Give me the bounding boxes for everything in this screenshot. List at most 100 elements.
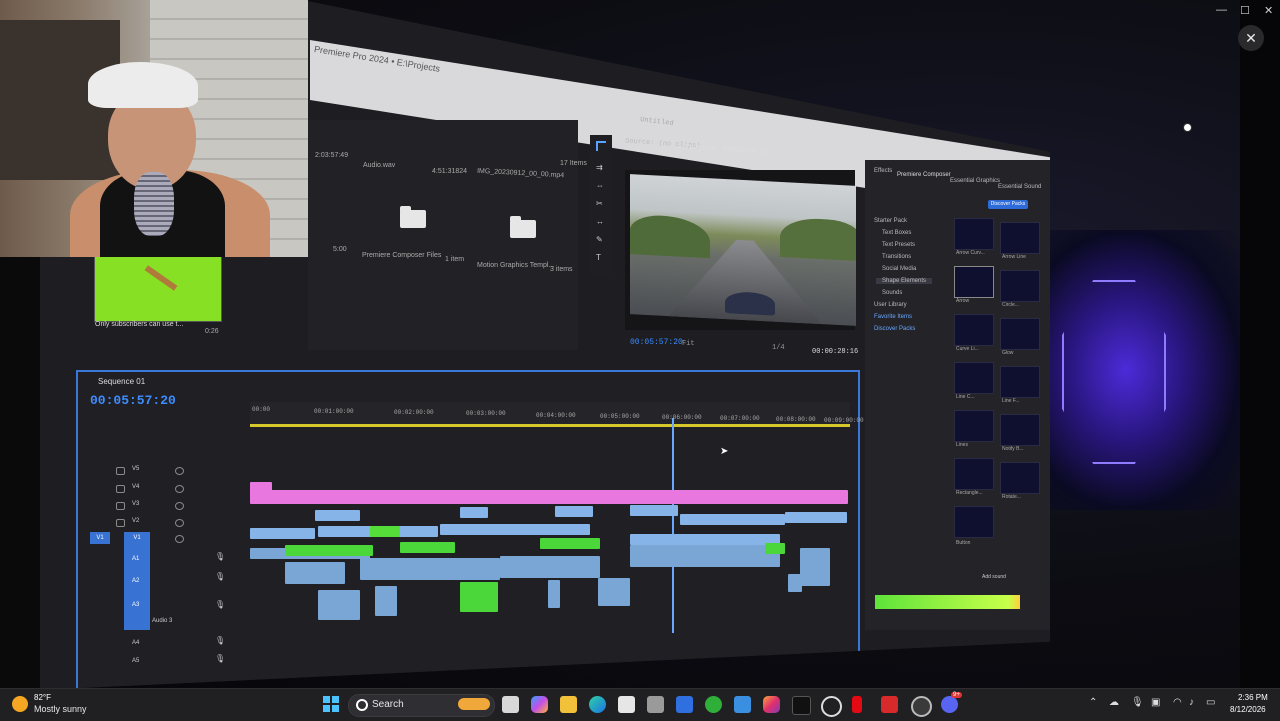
fx-tile-arrow[interactable]	[954, 266, 994, 298]
eye-icon[interactable]	[175, 485, 184, 493]
task-view-icon[interactable]	[502, 696, 519, 713]
audio-clip[interactable]	[360, 558, 500, 580]
tree-item[interactable]: Sounds	[882, 290, 902, 296]
obs-icon[interactable]	[911, 696, 932, 717]
source-patch-v1[interactable]: V1	[90, 532, 110, 544]
microphone-tray-icon[interactable]: 🎙	[1131, 697, 1144, 708]
audio-clip[interactable]	[285, 562, 345, 584]
weather-description[interactable]: Mostly sunny	[34, 704, 87, 714]
microphone-icon[interactable]: 🎙	[215, 636, 225, 645]
edge-icon[interactable]	[589, 696, 606, 713]
discord-icon[interactable]	[941, 696, 958, 713]
timeline-clip[interactable]	[630, 534, 780, 545]
timeline-clip[interactable]	[315, 510, 360, 521]
timeline-clip[interactable]	[555, 506, 593, 517]
sequence-tab[interactable]: Sequence 01	[98, 377, 145, 386]
file-explorer-icon[interactable]	[560, 696, 577, 713]
microphone-icon[interactable]: 🎙	[215, 552, 225, 561]
audio-clip[interactable]	[460, 582, 498, 612]
weather-temperature[interactable]: 82°F	[34, 693, 51, 702]
tree-item[interactable]: Starter Pack	[874, 218, 907, 224]
instagram-icon[interactable]	[763, 696, 780, 713]
audio-clip[interactable]	[598, 578, 630, 606]
green-screen-thumbnail[interactable]	[94, 256, 222, 322]
overlay-close-button[interactable]: ✕	[1238, 25, 1264, 51]
tree-item[interactable]: Text Presets	[882, 242, 915, 248]
start-button[interactable]	[323, 696, 340, 713]
timeline-clip[interactable]	[785, 512, 847, 523]
microphone-icon[interactable]: 🎙	[215, 654, 225, 663]
clock-time[interactable]: 2:36 PM	[1238, 693, 1268, 702]
fx-tile-rectangle[interactable]	[954, 458, 994, 490]
timeline-clip[interactable]	[250, 490, 848, 504]
fx-tile-arrow-line[interactable]	[1000, 222, 1040, 254]
audio-clip[interactable]	[548, 580, 560, 608]
fan-icon[interactable]	[676, 696, 693, 713]
timeline-timecode[interactable]: 00:05:57:20	[90, 393, 176, 408]
fx-tile-lines[interactable]	[954, 410, 994, 442]
store-icon[interactable]	[618, 696, 635, 713]
effects-tab[interactable]: Effects	[874, 168, 892, 174]
type-tool-icon[interactable]: T	[596, 253, 601, 262]
unity-icon[interactable]	[647, 696, 664, 713]
audio-clip[interactable]	[375, 586, 397, 616]
lock-icon[interactable]	[116, 502, 125, 510]
eye-icon[interactable]	[175, 519, 184, 527]
fx-tile-rotate[interactable]	[1000, 462, 1040, 494]
audio-clip[interactable]	[318, 590, 360, 620]
fx-tile-button[interactable]	[954, 506, 994, 538]
timeline-clip[interactable]	[460, 507, 488, 518]
maximize-button[interactable]: ☐	[1240, 4, 1250, 17]
essential-graphics-tab[interactable]: Essential Graphics	[950, 178, 1000, 184]
slip-tool-icon[interactable]: ↔	[596, 217, 604, 226]
essential-sound-tab[interactable]: Essential Sound	[998, 184, 1041, 190]
tree-item[interactable]: Social Media	[882, 266, 916, 272]
program-timecode[interactable]: 00:05:57:20	[630, 338, 683, 347]
audio-clip[interactable]	[500, 556, 600, 578]
fx-tile-circle[interactable]	[1000, 270, 1040, 302]
lock-icon[interactable]	[116, 467, 125, 475]
folder-icon[interactable]	[400, 206, 426, 228]
discover-packs-button[interactable]: Discover Packs	[988, 200, 1028, 209]
audio-clip[interactable]	[630, 545, 780, 567]
add-sound-label[interactable]: Add sound	[982, 574, 1006, 580]
tiktok-icon[interactable]	[792, 696, 811, 715]
window-close-button[interactable]: ✕	[1264, 4, 1273, 17]
xbox-icon[interactable]	[705, 696, 722, 713]
fx-tile-notify[interactable]	[1000, 414, 1040, 446]
razor-tool-icon[interactable]: ✂	[596, 199, 603, 208]
volume-icon[interactable]: ♪	[1189, 697, 1194, 708]
netflix-icon[interactable]	[852, 696, 862, 713]
microphone-icon[interactable]: 🎙	[215, 600, 225, 609]
tree-item[interactable]: Transitions	[882, 254, 911, 260]
battery-icon[interactable]: ▭	[1206, 697, 1215, 708]
lock-icon[interactable]	[116, 519, 125, 527]
tray-overflow-icon[interactable]: ⌃	[1089, 697, 1097, 708]
playhead[interactable]	[672, 418, 674, 633]
bin-audio-file[interactable]: Audio.wav	[363, 162, 395, 169]
composer-tab[interactable]: Premiere Composer	[897, 172, 951, 178]
track-select-icon[interactable]: ⇉	[596, 163, 603, 172]
tree-item[interactable]: Favorite Items	[874, 314, 912, 320]
copilot-icon[interactable]	[531, 696, 548, 713]
audio-clip[interactable]	[765, 543, 785, 554]
red-app-icon[interactable]	[881, 696, 898, 713]
onedrive-icon[interactable]: ☁	[1109, 697, 1119, 708]
audio-clip[interactable]	[800, 548, 830, 586]
fx-tile-line-c[interactable]	[954, 362, 994, 394]
weather-sun-icon[interactable]	[12, 696, 28, 712]
eye-icon[interactable]	[175, 535, 184, 543]
fx-tile-glow[interactable]	[1000, 318, 1040, 350]
tree-item[interactable]: Text Boxes	[882, 230, 911, 236]
eye-icon[interactable]	[175, 502, 184, 510]
timeline-clip[interactable]	[630, 505, 678, 516]
audio-track-targets[interactable]	[124, 540, 150, 630]
timeline-clip[interactable]	[680, 514, 785, 525]
clock-date[interactable]: 8/12/2026	[1230, 705, 1266, 714]
notification-app-icon[interactable]: ▣	[1151, 697, 1160, 708]
selection-tool-icon[interactable]	[596, 141, 606, 151]
folder-icon[interactable]	[510, 216, 536, 238]
audio-clip[interactable]	[285, 545, 373, 556]
pen-tool-icon[interactable]: ✎	[596, 235, 603, 244]
minimize-button[interactable]: —	[1216, 4, 1227, 16]
